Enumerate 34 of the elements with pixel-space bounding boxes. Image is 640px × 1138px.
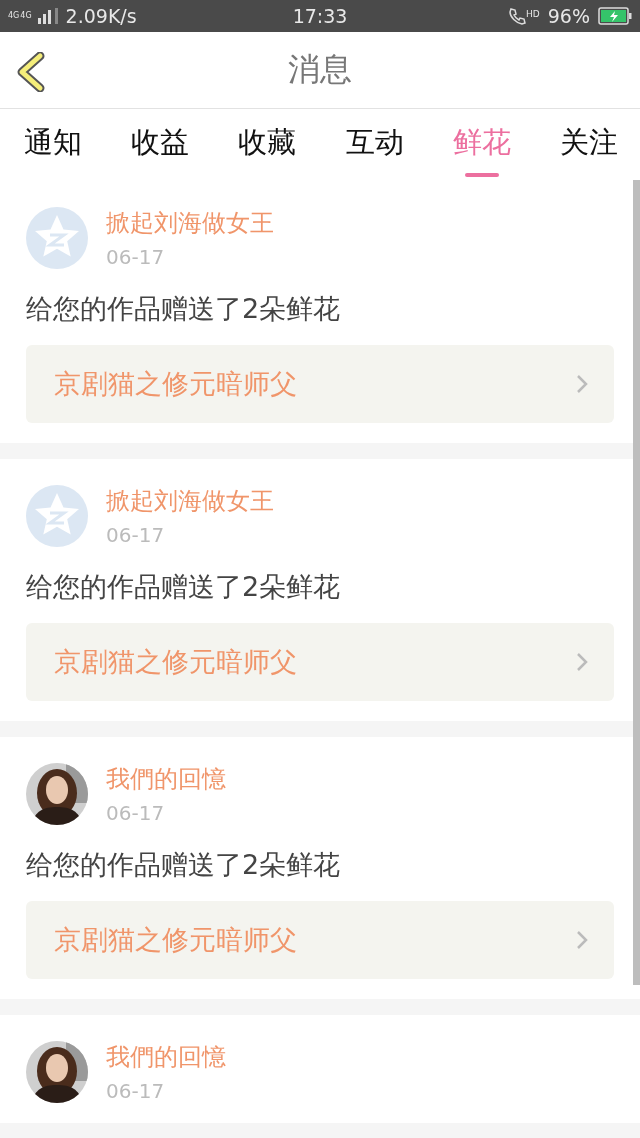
star-avatar-icon	[26, 207, 88, 269]
message-date: 06-17	[106, 245, 166, 269]
chevron-right-icon	[576, 652, 588, 672]
sender-name[interactable]: 掀起刘海做女王	[106, 207, 274, 239]
work-link[interactable]: 京剧猫之修元暗师父	[26, 623, 614, 701]
tab[interactable]: 收藏	[238, 109, 297, 181]
network-label: 4G	[8, 12, 20, 20]
message-text: 给您的作品赠送了2朵鲜花	[26, 570, 342, 604]
message-text: 给您的作品赠送了2朵鲜花	[26, 292, 342, 326]
sender-name[interactable]: 我們的回憶	[106, 763, 226, 795]
page-title: 消息	[288, 49, 352, 90]
message-date: 06-17	[106, 1079, 166, 1103]
message-text: 给您的作品赠送了2朵鲜花	[26, 848, 342, 882]
tab[interactable]: 鲜花	[452, 109, 511, 181]
tab[interactable]: 关注	[559, 109, 618, 181]
message-date: 06-17	[106, 523, 166, 547]
phone-icon	[508, 7, 527, 25]
hd-label: HD	[526, 9, 540, 19]
tab[interactable]: 通知	[24, 109, 82, 181]
work-link[interactable]: 京剧猫之修元暗师父	[26, 345, 614, 423]
network-label: 4G	[20, 12, 32, 20]
message-date: 06-17	[106, 801, 166, 825]
network-speed: 2.09K/s	[65, 5, 137, 27]
chevron-right-icon	[576, 930, 588, 950]
star-avatar-icon	[26, 485, 88, 547]
tab[interactable]: 收益	[131, 109, 190, 181]
sender-name[interactable]: 我們的回憶	[106, 1041, 226, 1073]
battery-percent: 96%	[547, 5, 590, 27]
work-link[interactable]: 京剧猫之修元暗师父	[26, 901, 614, 979]
clock: 17:33	[292, 5, 348, 27]
tab[interactable]: 互动	[345, 109, 404, 181]
signal-icon	[37, 8, 60, 24]
sender-name[interactable]: 掀起刘海做女王	[106, 485, 274, 517]
chevron-right-icon	[576, 374, 588, 394]
